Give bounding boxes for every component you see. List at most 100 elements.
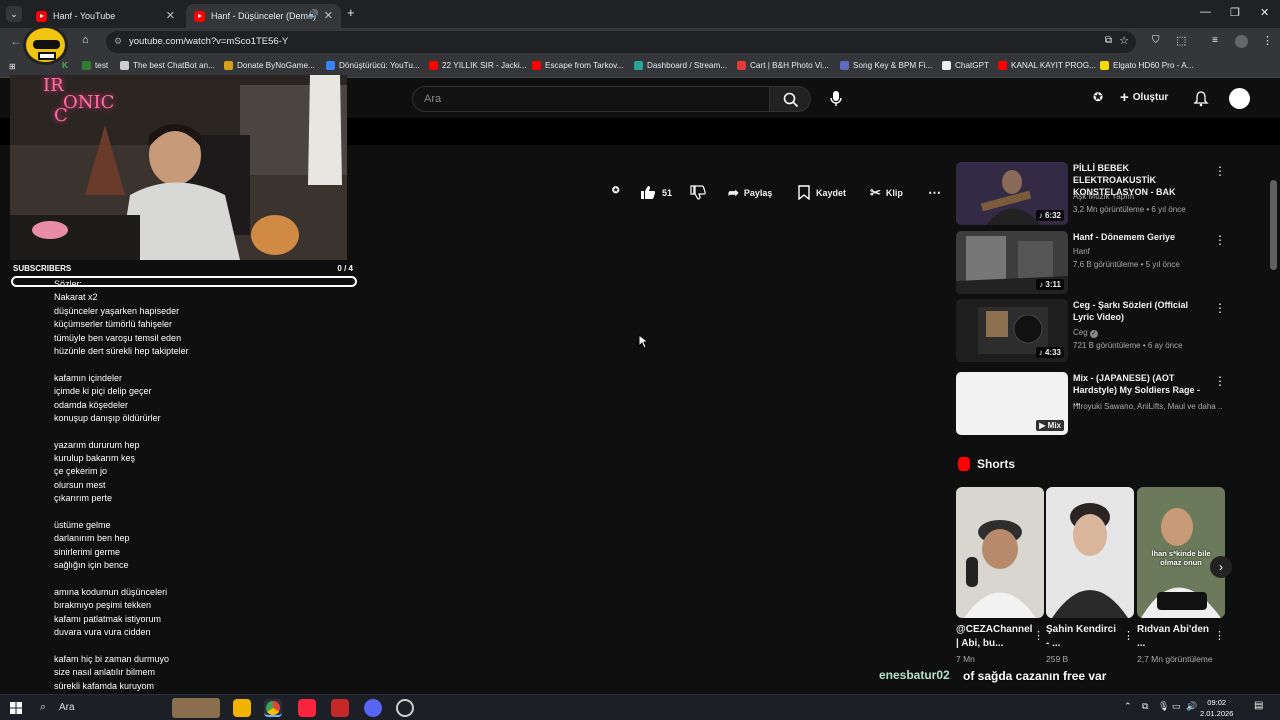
bookmark-item[interactable]: Elgato HD60 Pro - A... — [1100, 61, 1194, 70]
video-title[interactable]: Hanf - Dönemem Geriye — [1073, 231, 1208, 243]
like-button[interactable]: 51 — [640, 185, 672, 200]
bookmark-item[interactable]: Escape from Tarkov... — [532, 61, 623, 70]
bookmark-item[interactable]: Dashboard / Stream... — [634, 61, 727, 70]
search-icon — [783, 92, 799, 108]
shield-icon[interactable]: ⛉ — [1152, 35, 1160, 46]
short-item[interactable]: @CEZAChannel | Abi, bu... 7 Mn ⋮ — [956, 487, 1044, 664]
discord-icon[interactable] — [364, 699, 382, 717]
audio-playing-icon[interactable]: 🔊 — [308, 9, 319, 20]
short-item[interactable]: İhan s*kinde bile olmaz onun Rıdvan Abi'… — [1137, 487, 1225, 664]
notifications-bell-icon[interactable] — [1193, 91, 1209, 107]
back-icon[interactable]: ← — [10, 34, 22, 48]
bookmark-item[interactable]: Cart | B&H Photo Vi... — [737, 61, 829, 70]
home-icon[interactable]: ⌂ — [82, 34, 89, 46]
close-tab-icon[interactable]: ✕ — [166, 9, 175, 22]
channel-name[interactable]: Hanf — [1073, 247, 1223, 256]
more-actions-icon[interactable]: ⋯ — [928, 185, 941, 201]
share-icon: ➦ — [728, 185, 739, 200]
media-controls-icon[interactable]: ≡ — [1212, 35, 1218, 46]
channel-name[interactable]: Ceg ✓ — [1073, 328, 1223, 338]
short-title[interactable]: Şahin Kendirci - ... — [1046, 623, 1121, 651]
bookmark-item[interactable]: The best ChatBot an... — [120, 61, 215, 70]
lyric-line: Nakarat x2 — [54, 292, 98, 303]
microphone-tray-icon[interactable]: 🎙 — [1158, 701, 1169, 712]
restore-button[interactable]: ❐ — [1230, 6, 1240, 19]
extensions-icon[interactable]: ⬚ — [1176, 34, 1186, 47]
volume-icon[interactable]: 🔊 — [1186, 701, 1197, 712]
more-options-icon[interactable]: ⋮ — [1214, 164, 1226, 178]
site-info-icon[interactable]: ⚙ — [114, 36, 122, 47]
tab-search-icon[interactable]: ⌄ — [6, 6, 22, 22]
minimize-button[interactable]: — — [1200, 6, 1211, 18]
video-thumbnail[interactable]: ♪ 3:11 — [956, 231, 1068, 294]
close-tab-icon[interactable]: ✕ — [324, 9, 333, 22]
bookmark-item[interactable]: ChatGPT — [942, 61, 989, 70]
music-app-icon[interactable] — [298, 699, 316, 717]
tray-overflow-icon[interactable]: ⌃ — [1124, 701, 1132, 712]
new-tab-button[interactable]: + — [347, 5, 355, 20]
apps-icon[interactable]: ⊞ — [9, 61, 16, 71]
tab-hanf-youtube[interactable]: Hanf - YouTube ✕ — [28, 4, 183, 28]
taskbar-search[interactable]: ⌕ Ara — [30, 696, 220, 720]
bookmark-item[interactable]: KANAL KAYIT PROG... — [998, 61, 1096, 70]
dislike-button[interactable] — [690, 185, 706, 200]
bookmark-item[interactable]: 22 YILLIK SIR - Jacki... — [429, 61, 527, 70]
share-button[interactable]: ➦ Paylaş — [728, 185, 772, 201]
channel-name[interactable]: Aşk Müzik Yapım — [1073, 192, 1223, 201]
cast-icon[interactable]: ✪ — [612, 185, 620, 196]
short-thumbnail[interactable] — [956, 487, 1044, 618]
bookmark-item[interactable]: Donate ByNoGame... — [224, 61, 315, 70]
short-thumbnail[interactable]: İhan s*kinde bile olmaz onun — [1137, 487, 1225, 618]
file-explorer-icon[interactable] — [233, 699, 251, 717]
short-title[interactable]: @CEZAChannel | Abi, bu... — [956, 623, 1032, 651]
short-title[interactable]: Rıdvan Abi'den ... — [1137, 623, 1212, 651]
voice-search-button[interactable] — [822, 87, 848, 111]
channel-name[interactable]: Hiroyuki Sawano, AniLifts, Maul ve daha … — [1073, 402, 1223, 411]
more-options-icon[interactable]: ⋮ — [1123, 629, 1134, 642]
chrome-icon[interactable] — [264, 699, 282, 717]
profile-avatar[interactable] — [1235, 35, 1248, 48]
shorts-next-button[interactable]: › — [1210, 556, 1232, 578]
windows-start-icon[interactable] — [10, 702, 22, 714]
video-thumbnail[interactable]: ♪ 4:33 — [956, 299, 1068, 362]
bookmark-item[interactable]: test — [82, 61, 108, 70]
network-icon[interactable]: ⧉ — [1142, 701, 1148, 712]
recommended-video[interactable]: ♪ 6:32 PİLLİ BEBEK ELEKTROAKUSTİK KONSTE… — [956, 162, 1226, 228]
short-thumbnail[interactable] — [1046, 487, 1134, 618]
bookmark-star-icon[interactable]: ☆ — [1119, 34, 1129, 47]
video-thumbnail[interactable]: ▶ Mix — [956, 372, 1068, 435]
recommended-video[interactable]: ♪ 3:11 Hanf - Dönemem Geriye Hanf 7,6 B … — [956, 231, 1226, 297]
search-button[interactable] — [769, 86, 811, 112]
voicemod-icon[interactable] — [331, 699, 349, 717]
menu-icon[interactable]: ⋮ — [1262, 34, 1273, 47]
bookmark-item[interactable]: Dönüştürücü: YouTu... — [326, 61, 420, 70]
save-button[interactable]: Kaydet — [798, 185, 846, 200]
install-app-icon[interactable]: ⧉ — [1105, 35, 1112, 46]
account-avatar[interactable] — [1229, 88, 1250, 109]
video-thumbnail[interactable]: ♪ 6:32 — [956, 162, 1068, 225]
display-icon[interactable]: ▭ — [1172, 701, 1181, 712]
share-label: Paylaş — [743, 188, 773, 198]
bookmark-item[interactable]: Song Key & BPM Fi... — [840, 61, 932, 70]
recommended-video[interactable]: ♪ 4:33 Ceg - Şarkı Sözleri (Official Lyr… — [956, 299, 1226, 365]
search-input[interactable]: Ara — [412, 86, 770, 112]
window-close-button[interactable]: ✕ — [1260, 6, 1269, 19]
more-options-icon[interactable]: ⋮ — [1214, 233, 1226, 247]
video-title[interactable]: Ceg - Şarkı Sözleri (Official Lyric Vide… — [1073, 299, 1208, 323]
short-item[interactable]: Şahin Kendirci - ... 259 B ⋮ — [1046, 487, 1134, 664]
create-button[interactable]: + Oluştur — [1120, 89, 1168, 106]
page-scrollbar[interactable] — [1270, 180, 1277, 270]
more-options-icon[interactable]: ⋮ — [1214, 301, 1226, 315]
more-options-icon[interactable]: ⋮ — [1214, 629, 1225, 642]
taskbar-clock[interactable]: 09:02 2.01.2026 — [1200, 697, 1233, 719]
more-options-icon[interactable]: ⋮ — [1033, 629, 1044, 642]
cast-icon[interactable]: ✪ — [1093, 90, 1103, 104]
more-options-icon[interactable]: ⋮ — [1214, 374, 1226, 388]
obs-icon[interactable] — [396, 699, 414, 717]
recommended-mix[interactable]: ▶ Mix Mix - (JAPANESE) (AOT Hardstyle) M… — [956, 372, 1226, 438]
bookmark-k-icon[interactable]: K — [62, 61, 68, 70]
tab-hanf-dusunceler[interactable]: Hanf - Düşünceler (Demo) 🔊 ✕ — [186, 4, 341, 28]
notifications-icon[interactable]: ▤ — [1254, 700, 1263, 711]
clip-button[interactable]: ✂ Klip — [870, 185, 903, 201]
address-bar[interactable]: ⚙ youtube.com/watch?v=mSco1TE56-Y ⧉ ☆ — [106, 31, 1136, 53]
